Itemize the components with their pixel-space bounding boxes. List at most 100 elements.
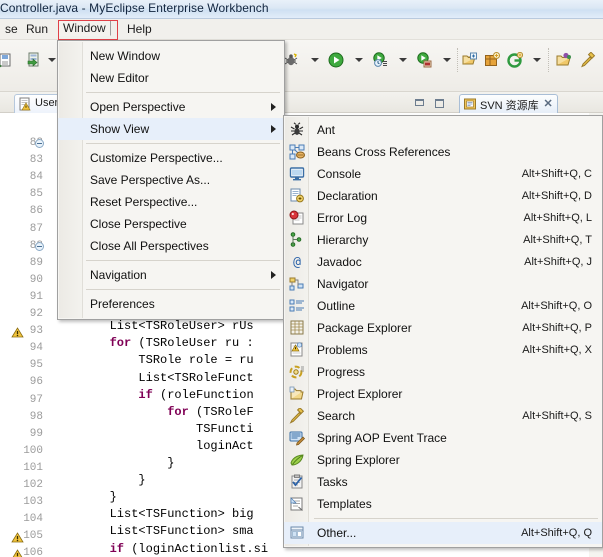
code-line[interactable]: } xyxy=(52,456,174,470)
menu-item-label: Navigation xyxy=(90,268,147,282)
code-line[interactable]: } xyxy=(52,490,117,504)
window-menu-item-new-window[interactable]: New Window xyxy=(58,45,284,67)
line-number: 87 xyxy=(29,222,43,235)
problems-icon xyxy=(289,342,305,358)
show-view-item-beans-cross-references[interactable]: Beans Cross References xyxy=(284,141,602,163)
new-generic-icon[interactable] xyxy=(507,52,523,68)
show-view-item-label: Outline xyxy=(317,299,356,313)
maximize-view-button[interactable] xyxy=(434,97,446,108)
window-menu-dropdown: New Window New Editor Open Perspective Show… xyxy=(57,40,285,320)
line-number-ruler: 8283848586878889909192939495969798991001… xyxy=(0,113,45,557)
svn-repository-tab[interactable]: SVN 资源库 ✕ xyxy=(459,94,558,113)
run-external-tools-dropdown-arrow[interactable] xyxy=(399,58,407,62)
warning-java-file-icon xyxy=(18,97,32,111)
line-number: 97 xyxy=(29,393,43,406)
code-line[interactable]: List<TSFunction> big xyxy=(52,507,254,521)
line-number: 104 xyxy=(23,513,43,526)
show-view-item-hierarchy[interactable]: Hierarchy Alt+Shift+Q, T xyxy=(284,229,602,251)
beans-cross-references-icon xyxy=(289,144,305,160)
menu-item-se[interactable]: se xyxy=(0,21,23,37)
code-line[interactable]: List<TSFunction> sma xyxy=(52,524,254,538)
show-view-item-label: Declaration xyxy=(317,189,378,203)
new-package-icon[interactable] xyxy=(484,52,500,68)
show-view-item-shortcut: Alt+Shift+Q, X xyxy=(522,344,592,356)
window-menu-item-show-view[interactable]: Show View xyxy=(58,118,284,140)
submenu-arrow-icon xyxy=(271,271,276,279)
menu-item-label: Reset Perspective... xyxy=(90,195,198,209)
window-menu-item-close-all-perspectives[interactable]: Close All Perspectives xyxy=(58,235,284,257)
show-view-item-ant[interactable]: Ant xyxy=(284,119,602,141)
warning-marker-icon[interactable] xyxy=(11,531,24,544)
profile-dropdown-arrow[interactable] xyxy=(443,58,451,62)
tasks-icon xyxy=(289,474,305,490)
show-view-item-other[interactable]: Other... Alt+Shift+Q, Q xyxy=(284,522,602,544)
show-view-item-error-log[interactable]: Error Log Alt+Shift+Q, L xyxy=(284,207,602,229)
code-line[interactable]: for (TSRoleUser ru : xyxy=(52,336,254,350)
show-view-item-label: Problems xyxy=(317,343,368,357)
show-view-item-label: Beans Cross References xyxy=(317,145,451,159)
code-line[interactable]: List<TSRoleFunct xyxy=(52,371,253,385)
debug-dropdown-arrow[interactable] xyxy=(311,58,319,62)
editor-tab-label: User xyxy=(35,97,59,109)
show-view-item-javadoc[interactable]: @ Javadoc Alt+Shift+Q, J xyxy=(284,251,602,273)
show-view-item-outline[interactable]: Outline Alt+Shift+Q, O xyxy=(284,295,602,317)
new-generic-dropdown-arrow[interactable] xyxy=(533,58,541,62)
fold-toggle-icon[interactable] xyxy=(35,241,44,251)
run-external-tools-icon[interactable] xyxy=(372,52,388,68)
window-menu-item-open-perspective[interactable]: Open Perspective xyxy=(58,96,284,118)
show-view-item-search[interactable]: Search Alt+Shift+Q, S xyxy=(284,405,602,427)
toolbar-separator-2 xyxy=(457,48,458,72)
show-view-item-label: Spring AOP Event Trace xyxy=(317,431,447,445)
menu-item-run[interactable]: Run xyxy=(21,21,53,37)
show-view-item-console[interactable]: Console Alt+Shift+Q, C xyxy=(284,163,602,185)
code-line[interactable]: if (loginActionlist.si xyxy=(52,542,268,556)
minimize-view-button[interactable] xyxy=(414,97,426,108)
package-explorer-icon xyxy=(289,320,305,336)
show-view-item-declaration[interactable]: Declaration Alt+Shift+Q, D xyxy=(284,185,602,207)
profile-icon[interactable] xyxy=(416,52,432,68)
deploy-icon[interactable] xyxy=(26,52,42,68)
code-line[interactable]: TSFuncti xyxy=(52,422,254,436)
menu-item-window[interactable]: Window xyxy=(58,20,111,36)
window-menu-item-save-perspective-as[interactable]: Save Perspective As... xyxy=(58,169,284,191)
deploy-dropdown-arrow[interactable] xyxy=(48,58,56,62)
debug-icon[interactable] xyxy=(283,52,299,68)
code-line[interactable]: } xyxy=(52,473,145,487)
code-line[interactable]: for (TSRoleF xyxy=(52,405,253,419)
window-menu-item-preferences[interactable]: Preferences xyxy=(58,293,284,315)
line-number: 89 xyxy=(29,256,43,269)
run-icon[interactable] xyxy=(328,52,344,68)
code-line[interactable]: TSRole role = ru xyxy=(52,353,253,367)
other-views-icon xyxy=(289,525,305,541)
menu-separator xyxy=(86,92,280,93)
window-menu-item-close-perspective[interactable]: Close Perspective xyxy=(58,213,284,235)
window-menu-item-navigation[interactable]: Navigation xyxy=(58,264,284,286)
fold-toggle-icon[interactable] xyxy=(35,139,44,148)
menu-item-label: Close All Perspectives xyxy=(90,239,209,253)
show-view-item-shortcut: Alt+Shift+Q, Q xyxy=(521,527,592,539)
run-dropdown-arrow[interactable] xyxy=(355,58,363,62)
show-view-item-tasks[interactable]: Tasks xyxy=(284,471,602,493)
show-view-item-package-explorer[interactable]: Package Explorer Alt+Shift+Q, P xyxy=(284,317,602,339)
open-resource-icon[interactable] xyxy=(556,52,572,68)
code-line[interactable]: List<TSRoleUser> rUs xyxy=(52,319,254,333)
show-view-item-project-explorer[interactable]: Project Explorer xyxy=(284,383,602,405)
window-menu-item-reset-perspective[interactable]: Reset Perspective... xyxy=(58,191,284,213)
show-view-item-spring-explorer[interactable]: Spring Explorer xyxy=(284,449,602,471)
window-menu-item-new-editor[interactable]: New Editor xyxy=(58,67,284,89)
code-line[interactable]: loginAct xyxy=(52,439,254,453)
menu-item-help[interactable]: Help xyxy=(122,21,157,37)
warning-marker-icon[interactable] xyxy=(11,326,24,339)
search-icon[interactable] xyxy=(580,52,596,68)
window-menu-item-customize-perspective[interactable]: Customize Perspective... xyxy=(58,147,284,169)
show-view-item-templates[interactable]: Templates xyxy=(284,493,602,515)
save-icon[interactable] xyxy=(0,52,14,68)
show-view-item-progress[interactable]: Progress xyxy=(284,361,602,383)
show-view-item-navigator[interactable]: Navigator xyxy=(284,273,602,295)
show-view-item-problems[interactable]: Problems Alt+Shift+Q, X xyxy=(284,339,602,361)
warning-marker-icon[interactable] xyxy=(11,548,24,557)
close-icon[interactable]: ✕ xyxy=(543,97,552,110)
code-line[interactable]: if (roleFunction xyxy=(52,388,253,402)
show-view-item-spring-aop-event-trace[interactable]: Spring AOP Event Trace xyxy=(284,427,602,449)
open-type-icon[interactable] xyxy=(462,52,478,68)
